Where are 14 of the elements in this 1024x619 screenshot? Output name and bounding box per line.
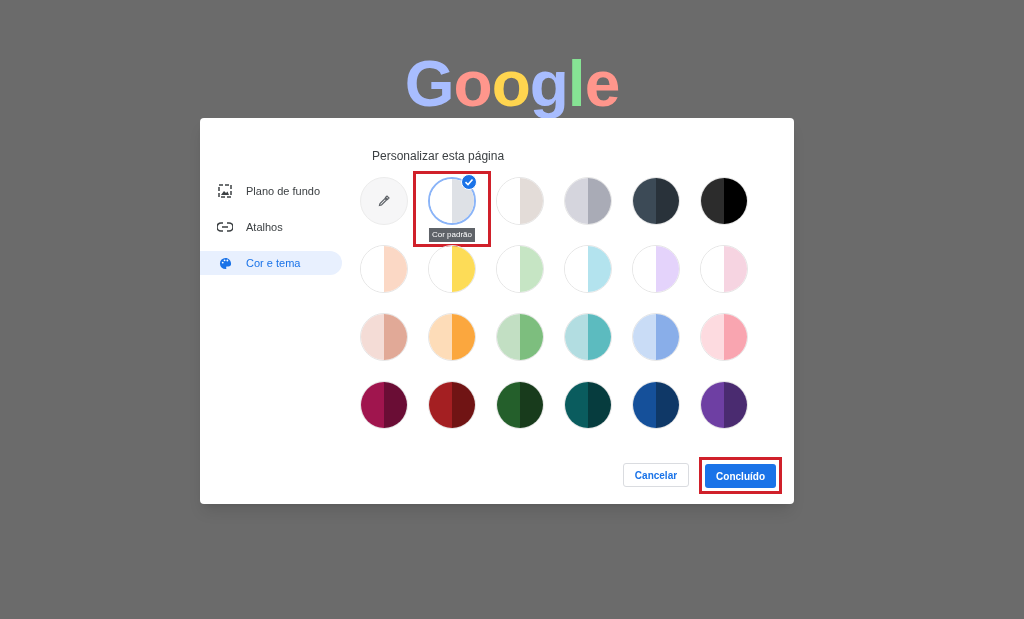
cancel-button[interactable]: Cancelar xyxy=(622,463,690,488)
palette-icon xyxy=(218,256,232,270)
checkmark-icon xyxy=(461,174,477,190)
sidebar-item[interactable]: Cor e tema xyxy=(200,251,342,275)
image-icon xyxy=(218,184,232,198)
color-picker-swatch[interactable] xyxy=(360,177,408,225)
sidebar-item[interactable]: Plano de fundo xyxy=(200,179,342,203)
done-button[interactable]: Concluído xyxy=(705,464,776,488)
sidebar-item[interactable]: Atalhos xyxy=(200,215,342,239)
link-icon xyxy=(217,222,233,232)
eyedropper-icon xyxy=(378,195,390,207)
doodle-logo[interactable]: Google xyxy=(404,52,620,118)
dialog-title: Personalizar esta página xyxy=(372,148,506,163)
tooltip: Cor padrão xyxy=(429,228,475,242)
